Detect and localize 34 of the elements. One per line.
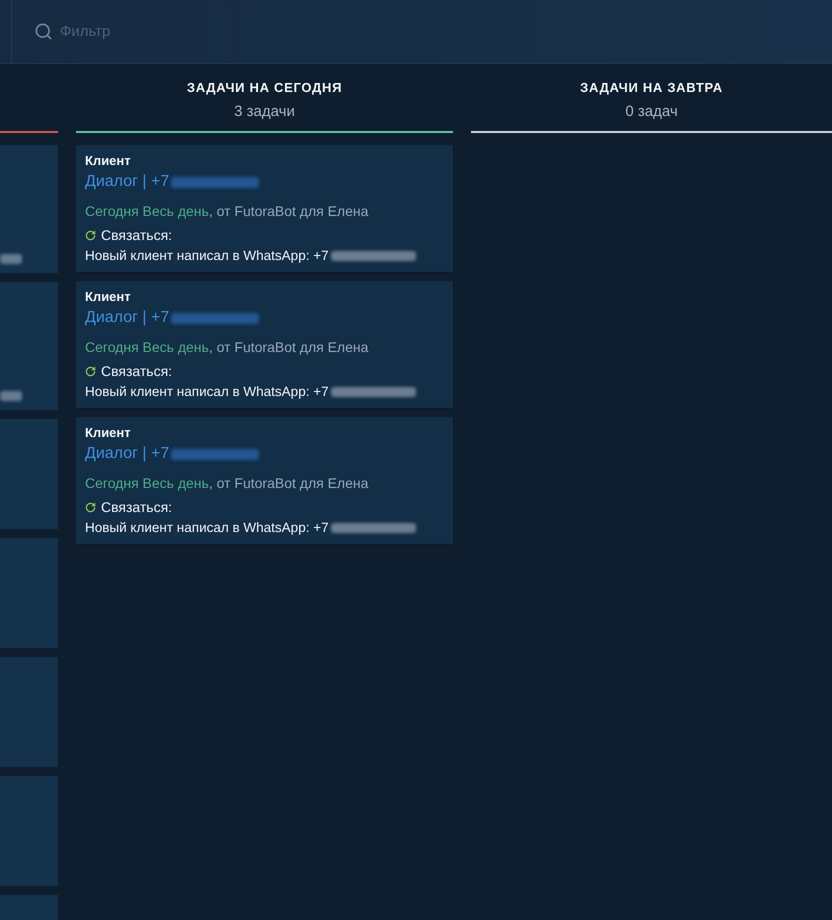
task-card[interactable] xyxy=(0,776,58,886)
dialog-link[interactable]: Диалог | +7 xyxy=(85,444,170,464)
task-schedule: Сегодня Весь день, от FutoraBot для Елена xyxy=(85,202,370,220)
task-card[interactable]: Клиент Диалог | +7 Сегодня Весь день, от FutoraBot для Елена Связаться: Новый клиент написал в WhatsApp: +7 xyxy=(76,145,453,272)
blurred-text xyxy=(0,254,22,264)
task-card[interactable] xyxy=(0,419,58,529)
refresh-icon xyxy=(85,502,96,512)
task-count: 3 задачи xyxy=(234,102,295,122)
action-label: Связаться: xyxy=(101,498,172,516)
client-label: Клиент xyxy=(85,425,132,441)
task-message: Новый клиент написал в WhatsApp: +7 xyxy=(85,383,329,401)
search-icon xyxy=(34,22,53,41)
dialog-link[interactable]: Диалог | +7 xyxy=(85,308,170,328)
task-message: Новый клиент написал в WhatsApp: +7 xyxy=(85,519,329,537)
refresh-icon xyxy=(85,230,96,240)
task-card[interactable] xyxy=(0,282,58,410)
action-label: Связаться: xyxy=(101,226,172,244)
task-card[interactable] xyxy=(0,538,58,648)
task-count: 0 задач xyxy=(625,102,678,122)
task-schedule: Сегодня Весь день, от FutoraBot для Елена xyxy=(85,474,370,492)
column-title: ЗАДАЧИ НА СЕГОДНЯ xyxy=(186,80,342,96)
blurred-text xyxy=(0,391,22,401)
client-label: Клиент xyxy=(85,153,132,169)
client-label: Клиент xyxy=(85,289,132,305)
task-card[interactable]: Клиент Диалог | +7 Сегодня Весь день, от FutoraBot для Елена Связаться: Новый клиент написал в WhatsApp: +7 xyxy=(76,417,453,544)
refresh-icon xyxy=(85,366,96,376)
task-message: Новый клиент написал в WhatsApp: +7 xyxy=(85,247,329,265)
task-card[interactable] xyxy=(0,657,58,767)
task-schedule: Сегодня Весь день, от FutoraBot для Елена xyxy=(85,338,370,356)
column-title: ЗАДАЧИ НА ЗАВТРА xyxy=(580,80,723,96)
action-label: Связаться: xyxy=(101,362,172,380)
dialog-link[interactable]: Диалог | +7 xyxy=(85,172,170,192)
task-card[interactable] xyxy=(0,145,58,273)
task-card[interactable]: Клиент Диалог | +7 Сегодня Весь день, от FutoraBot для Елена Связаться: Новый клиент написал в WhatsApp: +7 xyxy=(76,281,453,408)
